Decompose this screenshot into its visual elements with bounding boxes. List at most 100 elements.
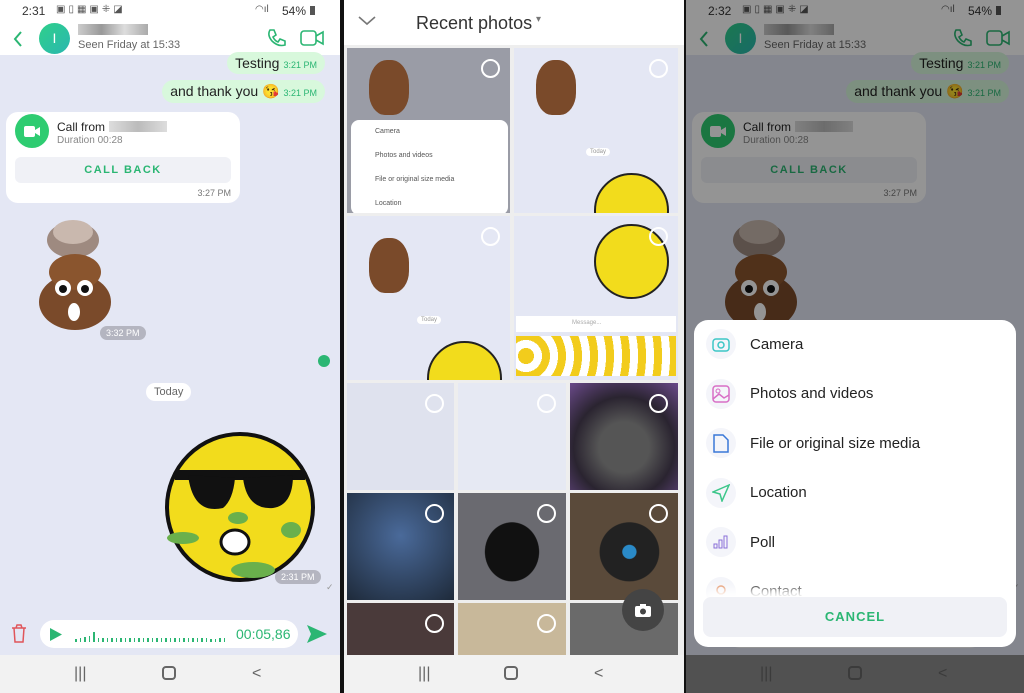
sheet-item-location[interactable]: Location bbox=[706, 473, 1006, 513]
select-circle[interactable] bbox=[537, 394, 556, 413]
album-title[interactable]: Recent photos bbox=[416, 13, 532, 34]
message-time: 3:21 PM bbox=[283, 60, 317, 70]
cool-face-sticker[interactable] bbox=[163, 430, 317, 584]
avatar[interactable]: I bbox=[39, 23, 70, 54]
waveform-bar bbox=[106, 638, 108, 642]
phone-icon[interactable] bbox=[266, 28, 286, 48]
date-divider: Today bbox=[146, 383, 192, 401]
contact-name-redacted[interactable] bbox=[78, 24, 148, 35]
call-title: Call from bbox=[57, 120, 106, 134]
exploding-poop-sticker[interactable] bbox=[25, 210, 125, 335]
cool-emoji-icon bbox=[427, 341, 502, 380]
select-circle[interactable] bbox=[425, 394, 444, 413]
photo-thumb[interactable] bbox=[458, 603, 566, 663]
thumb-date: Today bbox=[586, 148, 611, 156]
waveform[interactable] bbox=[75, 628, 225, 642]
waveform-bar bbox=[178, 638, 180, 642]
photo-thumb[interactable]: Today bbox=[347, 216, 510, 380]
photo-thumb[interactable] bbox=[347, 493, 454, 600]
message-bubble[interactable]: and thank you 😘 3:21 PM bbox=[162, 80, 325, 103]
waveform-bar bbox=[201, 638, 203, 642]
poop-sticker-icon bbox=[536, 60, 576, 115]
photo-thumb[interactable] bbox=[347, 603, 454, 663]
waveform-bar bbox=[214, 639, 216, 642]
select-circle[interactable] bbox=[425, 614, 444, 633]
photo-thumb[interactable]: Message... bbox=[514, 216, 678, 380]
photo-thumb[interactable] bbox=[570, 493, 678, 600]
home-icon[interactable] bbox=[504, 666, 518, 680]
trash-icon[interactable] bbox=[11, 624, 27, 643]
play-icon[interactable] bbox=[49, 627, 63, 642]
sheet-item-photos[interactable]: Photos and videos bbox=[706, 374, 1006, 414]
waveform-bar bbox=[160, 638, 162, 642]
cancel-button[interactable]: CANCEL bbox=[703, 597, 1007, 637]
thumb-message-bar: Message... bbox=[516, 316, 676, 332]
call-duration: Duration 00:28 bbox=[57, 135, 123, 146]
notification-icons: ▣▯▦▣⁜◪ bbox=[56, 4, 126, 15]
recents-icon[interactable]: ||| bbox=[74, 665, 86, 683]
collapse-chevron-icon[interactable] bbox=[358, 16, 376, 26]
select-circle[interactable] bbox=[649, 227, 668, 246]
thumb-mini-menu: Camera Photos and videos File or origina… bbox=[351, 120, 508, 213]
select-circle[interactable] bbox=[649, 394, 668, 413]
select-circle[interactable] bbox=[537, 504, 556, 523]
waveform-bar bbox=[219, 638, 221, 642]
waveform-bar bbox=[147, 638, 149, 642]
waveform-bar bbox=[174, 638, 176, 642]
back-nav-icon[interactable]: < bbox=[252, 665, 261, 683]
waveform-bar bbox=[187, 638, 189, 642]
select-circle[interactable] bbox=[425, 504, 444, 523]
album-dropdown-icon[interactable]: ▾ bbox=[536, 14, 541, 25]
select-circle[interactable] bbox=[649, 504, 668, 523]
sheet-item-label: Poll bbox=[750, 533, 776, 551]
camera-icon bbox=[635, 603, 651, 617]
photo-thumb[interactable] bbox=[458, 493, 566, 600]
chat-screen-with-attach-sheet: 2:32 ▣▯▦▣⁜◪ ◠ıl 54% I Seen Friday at 15:… bbox=[686, 0, 1024, 693]
waveform-bar bbox=[169, 638, 171, 642]
photo-thumb[interactable]: Camera Photos and videos File or origina… bbox=[347, 48, 510, 213]
mini-menu-item: Location bbox=[375, 200, 402, 207]
back-nav-icon[interactable]: < bbox=[594, 665, 603, 683]
waveform-bar bbox=[142, 638, 144, 642]
mini-menu-item: Camera bbox=[375, 128, 400, 135]
recording-duration: 00:05,86 bbox=[236, 626, 291, 642]
wifi-signal-icon: ◠ıl bbox=[255, 4, 269, 15]
recents-icon[interactable]: ||| bbox=[418, 665, 430, 683]
waveform-bar bbox=[151, 638, 153, 642]
mini-menu-item: File or original size media bbox=[375, 176, 455, 183]
cool-emoji-icon bbox=[594, 173, 669, 213]
read-receipt-icon bbox=[318, 355, 330, 367]
photo-thumb[interactable]: Today bbox=[514, 48, 678, 213]
waveform-bar bbox=[111, 638, 113, 642]
video-call-icon[interactable] bbox=[300, 29, 325, 47]
sheet-item-camera[interactable]: Camera bbox=[706, 324, 1006, 364]
system-nav-bar: ||| < bbox=[0, 655, 340, 693]
sheet-item-label: Photos and videos bbox=[750, 385, 874, 402]
call-back-button[interactable]: CALL BACK bbox=[15, 157, 231, 183]
message-text: and thank you 😘 bbox=[170, 83, 280, 99]
photo-thumb[interactable] bbox=[570, 383, 678, 490]
select-circle[interactable] bbox=[481, 59, 500, 78]
select-circle[interactable] bbox=[481, 227, 500, 246]
status-time: 2:31 bbox=[22, 4, 46, 18]
select-circle[interactable] bbox=[537, 614, 556, 633]
last-seen: Seen Friday at 15:33 bbox=[78, 39, 181, 51]
photo-thumb[interactable] bbox=[347, 383, 454, 490]
camera-icon bbox=[706, 329, 736, 359]
video-call-badge-icon bbox=[15, 114, 49, 148]
system-nav-bar: ||| < bbox=[344, 655, 684, 693]
waveform-bar bbox=[192, 638, 194, 642]
caller-name-redacted bbox=[109, 121, 167, 132]
attachment-sheet: Camera Photos and videos File or original … bbox=[694, 320, 1016, 647]
waveform-bar bbox=[120, 638, 122, 642]
send-icon[interactable] bbox=[306, 624, 328, 644]
sheet-item-file[interactable]: File or original size media bbox=[706, 423, 1006, 463]
file-icon bbox=[706, 428, 736, 458]
camera-button[interactable] bbox=[622, 589, 664, 631]
home-icon[interactable] bbox=[162, 666, 176, 680]
photo-thumb[interactable] bbox=[458, 383, 566, 490]
back-icon[interactable] bbox=[13, 31, 23, 47]
select-circle[interactable] bbox=[649, 59, 668, 78]
message-bubble[interactable]: Testing 3:21 PM bbox=[227, 52, 325, 74]
sheet-item-poll[interactable]: Poll bbox=[706, 522, 1006, 562]
